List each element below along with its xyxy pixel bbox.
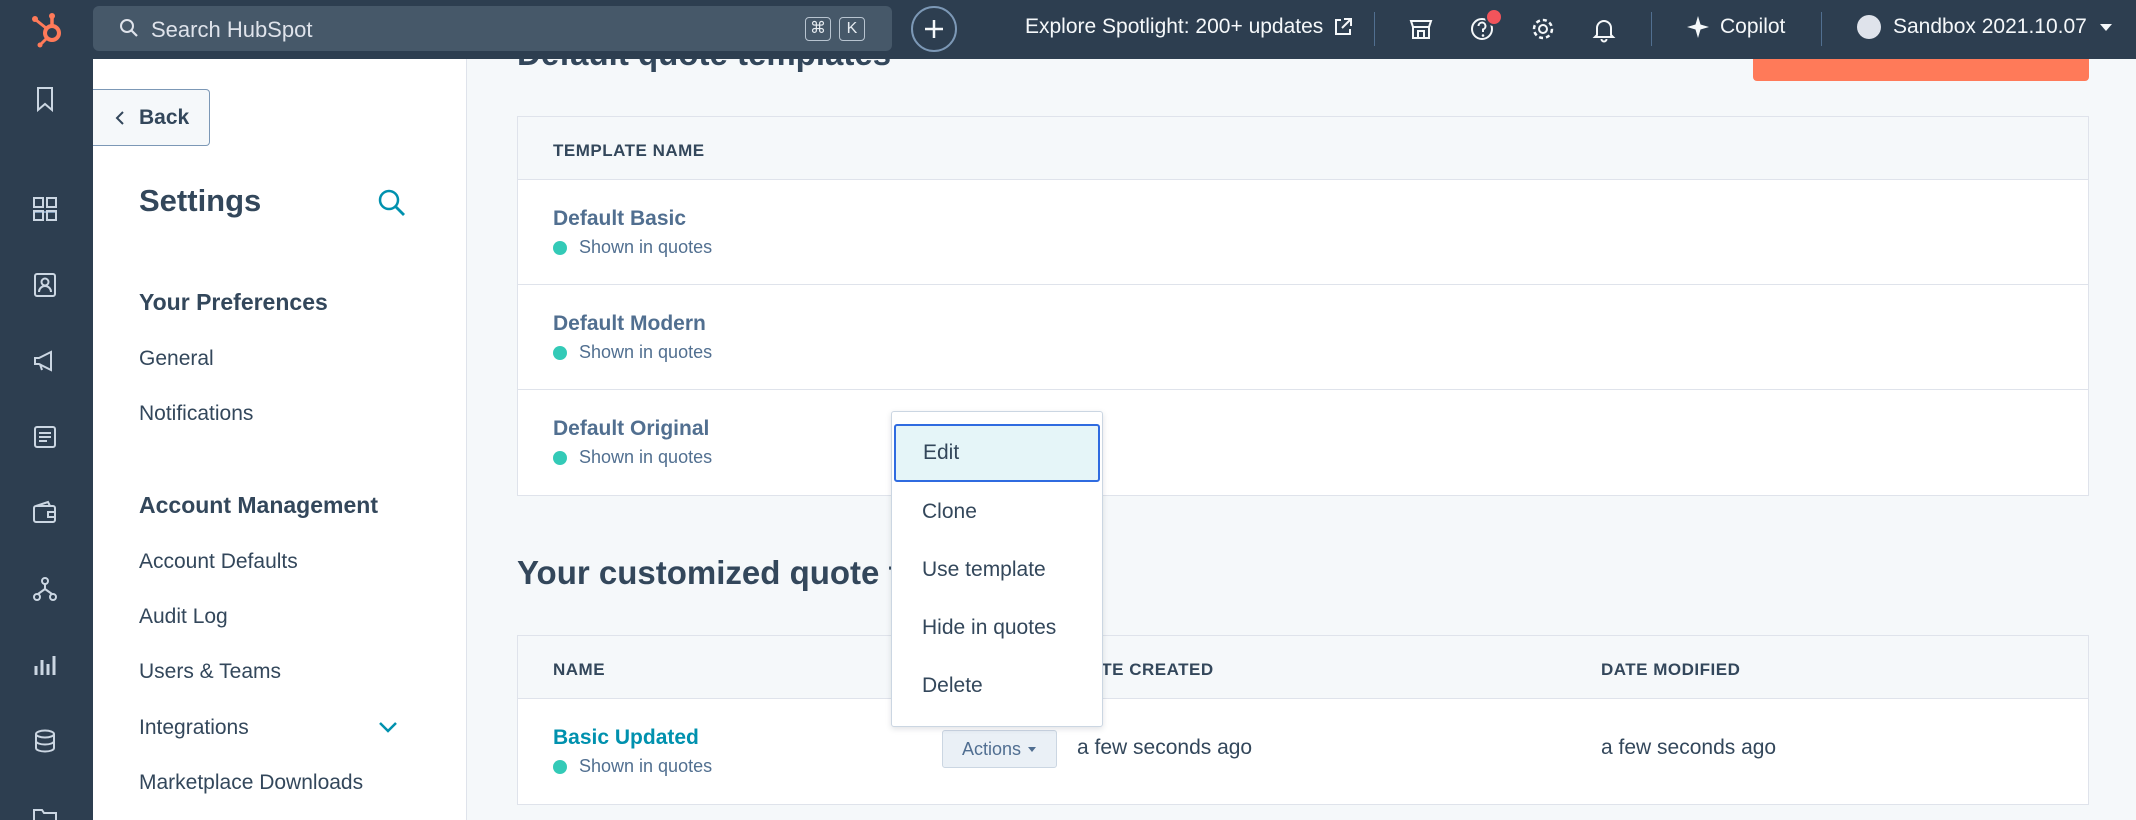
caret-down-icon bbox=[1028, 747, 1037, 752]
bookmark-icon[interactable] bbox=[31, 85, 59, 113]
status-text: Shown in quotes bbox=[579, 756, 713, 776]
chevron-down-icon[interactable] bbox=[377, 716, 399, 738]
status-dot-icon bbox=[553, 240, 567, 255]
hubspot-logo-icon[interactable] bbox=[28, 9, 68, 49]
default-templates-table: TEMPLATE NAME Default Basic Shown in quo… bbox=[517, 116, 2089, 496]
status-dot-icon bbox=[553, 345, 567, 360]
marketplace-icon[interactable] bbox=[1407, 15, 1435, 43]
wallet-icon[interactable] bbox=[31, 499, 59, 527]
status-text: Shown in quotes bbox=[579, 447, 713, 467]
nav-item-general[interactable]: General bbox=[139, 347, 214, 371]
chevron-left-icon bbox=[115, 110, 124, 125]
menu-item-clone[interactable]: Clone bbox=[892, 483, 1102, 541]
global-search-input[interactable]: Search HubSpot ⌘ K bbox=[93, 6, 892, 51]
search-icon bbox=[120, 19, 138, 37]
menu-item-hide-in-quotes[interactable]: Hide in quotes bbox=[892, 599, 1102, 657]
table-row: Default Basic Shown in quotes bbox=[518, 180, 2088, 285]
custom-templates-table: NAME DATE CREATED DATE MODIFIED Basic Up… bbox=[517, 635, 2089, 805]
grid-icon[interactable] bbox=[31, 195, 59, 223]
template-name-link[interactable]: Basic Updated bbox=[553, 726, 699, 750]
status-text: Shown in quotes bbox=[579, 237, 713, 257]
spotlight-label: Explore Spotlight: 200+ updates bbox=[1025, 15, 1324, 38]
topbar-divider bbox=[1374, 12, 1375, 46]
megaphone-icon[interactable] bbox=[31, 347, 59, 375]
nav-item-users-teams[interactable]: Users & Teams bbox=[139, 660, 281, 684]
bell-icon[interactable] bbox=[1590, 15, 1618, 43]
plus-icon bbox=[925, 20, 943, 38]
menu-item-delete[interactable]: Delete bbox=[892, 657, 1102, 715]
settings-search-icon[interactable] bbox=[376, 187, 408, 219]
chart-icon[interactable] bbox=[31, 651, 59, 679]
workflow-icon[interactable] bbox=[31, 575, 59, 603]
nav-item-marketplace-downloads[interactable]: Marketplace Downloads bbox=[139, 771, 363, 795]
column-header-template-name: TEMPLATE NAME bbox=[553, 141, 705, 160]
status-badge: Shown in quotes bbox=[553, 342, 712, 363]
nav-item-account-defaults[interactable]: Account Defaults bbox=[139, 550, 298, 574]
search-placeholder: Search HubSpot bbox=[151, 17, 313, 42]
content-icon[interactable] bbox=[31, 423, 59, 451]
template-name-link[interactable]: Default Original bbox=[553, 417, 709, 441]
copilot-label: Copilot bbox=[1720, 15, 1786, 38]
sparkle-icon bbox=[1687, 16, 1709, 38]
nav-item-integrations[interactable]: Integrations bbox=[139, 716, 249, 740]
caret-down-icon bbox=[2099, 24, 2112, 31]
topbar-divider bbox=[1651, 12, 1652, 46]
actions-dropdown-menu: Edit Clone Use template Hide in quotes D… bbox=[891, 411, 1103, 727]
settings-sidebar: Back Settings Your Preferences General N… bbox=[93, 59, 467, 820]
template-name-link[interactable]: Default Basic bbox=[553, 207, 686, 231]
status-dot-icon bbox=[553, 759, 567, 774]
main-content: Default quote templates TEMPLATE NAME De… bbox=[467, 59, 2136, 820]
status-badge: Shown in quotes bbox=[553, 237, 712, 258]
folder-icon[interactable] bbox=[31, 803, 59, 820]
back-label: Back bbox=[139, 105, 190, 129]
table-header: NAME DATE CREATED DATE MODIFIED bbox=[518, 636, 2088, 699]
column-header-name: NAME bbox=[553, 660, 606, 679]
preferences-heading: Your Preferences bbox=[139, 289, 328, 315]
default-templates-title: Default quote templates bbox=[517, 59, 891, 73]
left-nav-rail bbox=[0, 59, 93, 820]
nav-item-notifications[interactable]: Notifications bbox=[139, 402, 253, 426]
table-row: Default Modern Shown in quotes bbox=[518, 285, 2088, 390]
create-new-button[interactable] bbox=[911, 6, 957, 52]
copilot-button[interactable]: Copilot bbox=[1686, 15, 1785, 39]
settings-title: Settings bbox=[139, 183, 262, 218]
contacts-icon[interactable] bbox=[31, 271, 59, 299]
database-icon[interactable] bbox=[31, 727, 59, 755]
date-modified-cell: a few seconds ago bbox=[1601, 736, 1777, 759]
actions-label: Actions bbox=[961, 738, 1022, 759]
notification-badge bbox=[1485, 8, 1503, 26]
account-management-heading: Account Management bbox=[139, 492, 378, 518]
template-name-link[interactable]: Default Modern bbox=[553, 312, 706, 336]
top-navigation-bar: Search HubSpot ⌘ K Explore Spotlight: 20… bbox=[0, 0, 2136, 59]
status-dot-icon bbox=[553, 450, 567, 465]
menu-item-use-template[interactable]: Use template bbox=[892, 541, 1102, 599]
external-link-icon bbox=[1335, 18, 1353, 35]
create-template-button[interactable] bbox=[1753, 59, 2089, 81]
menu-item-edit[interactable]: Edit bbox=[894, 424, 1100, 482]
account-menu[interactable]: Sandbox 2021.10.07 bbox=[1857, 15, 2113, 39]
spotlight-link[interactable]: Explore Spotlight: 200+ updates bbox=[1025, 15, 1353, 39]
nav-item-audit-log[interactable]: Audit Log bbox=[139, 605, 228, 629]
column-header-date-modified: DATE MODIFIED bbox=[1601, 660, 1741, 679]
status-badge: Shown in quotes bbox=[553, 447, 712, 468]
table-row: Basic Updated Shown in quotes Actions a … bbox=[518, 699, 2088, 804]
back-button[interactable]: Back bbox=[93, 89, 210, 146]
status-badge: Shown in quotes bbox=[553, 756, 712, 777]
shortcut-k-key: K bbox=[839, 17, 865, 41]
table-header: TEMPLATE NAME bbox=[518, 117, 2088, 180]
actions-button[interactable]: Actions bbox=[942, 730, 1057, 768]
gear-icon[interactable] bbox=[1529, 15, 1557, 43]
status-text: Shown in quotes bbox=[579, 342, 713, 362]
table-row: Default Original Shown in quotes bbox=[518, 390, 2088, 495]
topbar-divider bbox=[1821, 12, 1822, 46]
date-created-cell: a few seconds ago bbox=[1077, 736, 1253, 759]
avatar bbox=[1857, 15, 1881, 39]
shortcut-cmd-key: ⌘ bbox=[805, 17, 831, 41]
account-name: Sandbox 2021.10.07 bbox=[1893, 15, 2087, 38]
